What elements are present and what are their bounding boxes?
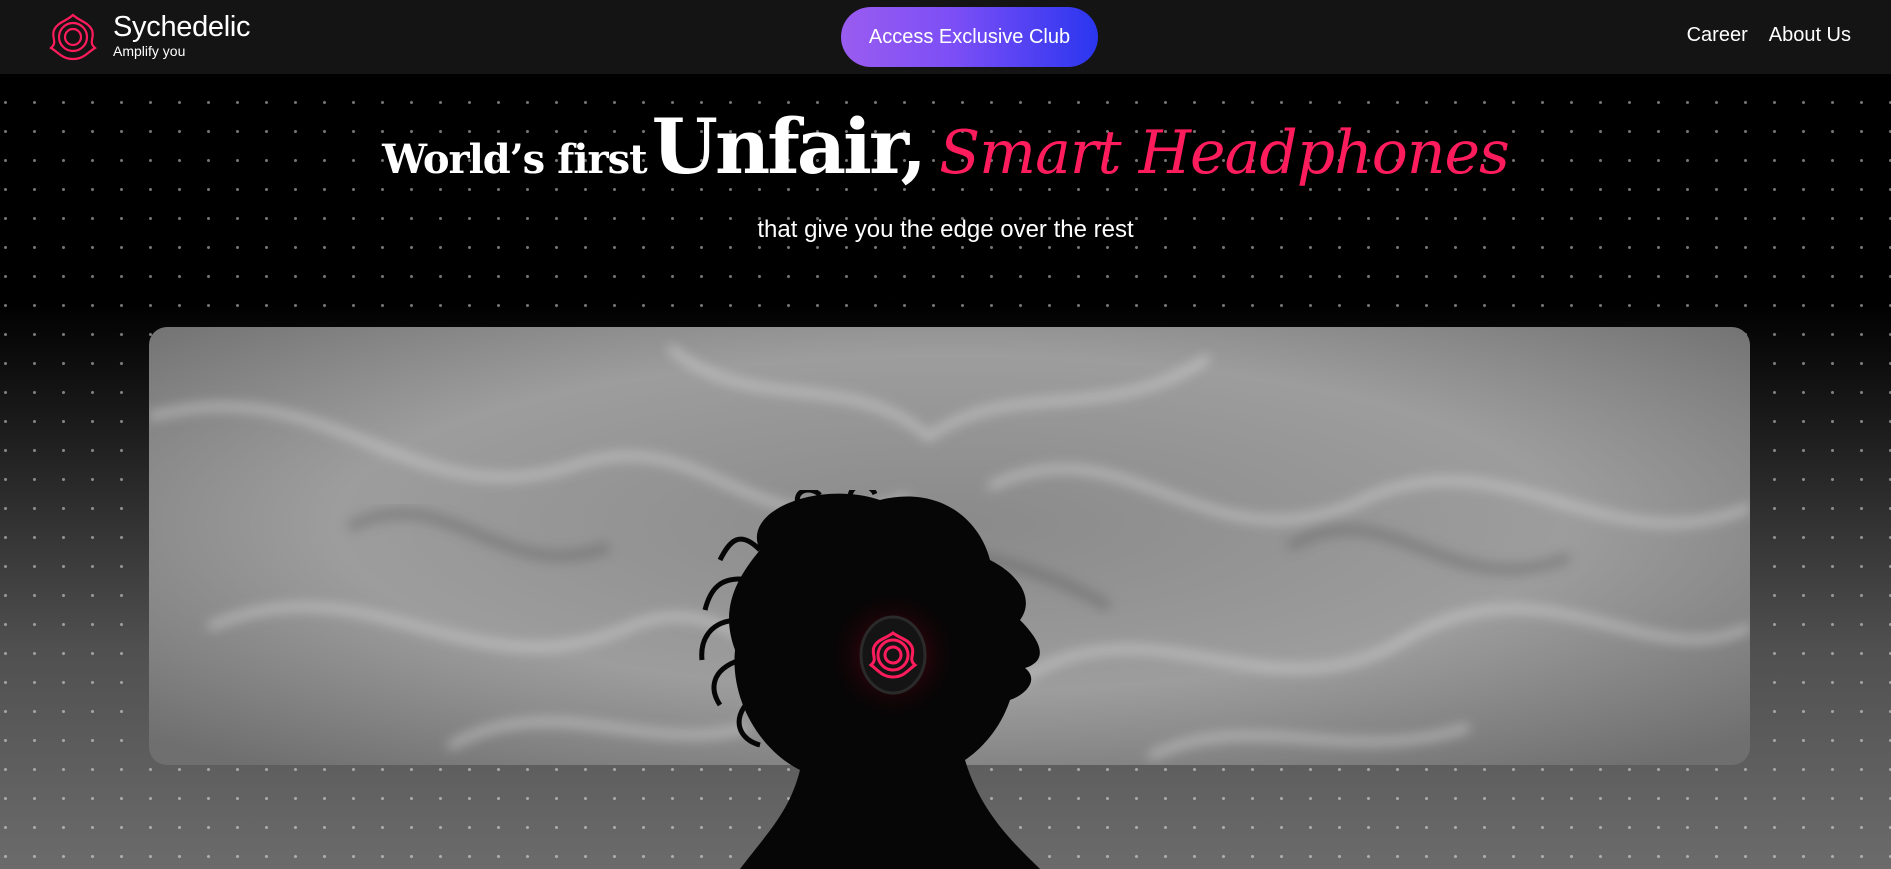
brand-logo-icon[interactable]: [48, 12, 98, 62]
access-exclusive-club-button[interactable]: Access Exclusive Club: [841, 7, 1098, 67]
top-navbar: Sychedelic Amplify you Access Exclusive …: [0, 0, 1891, 74]
headline-prefix: World’s first: [382, 136, 647, 183]
headphone-silhouette-image: [699, 490, 1040, 869]
nav-link-about-us[interactable]: About Us: [1769, 24, 1851, 47]
brand-block: Sychedelic Amplify you: [113, 12, 251, 60]
headline-emphasis: Unfair,: [651, 102, 927, 191]
main-nav: Career About Us: [1687, 24, 1851, 47]
hero-subtitle: that give you the edge over the rest: [757, 216, 1134, 243]
hero-headline: World’s first Unfair, Smart Headphones: [0, 102, 1891, 191]
nav-link-career[interactable]: Career: [1687, 24, 1748, 47]
brand-tagline: Amplify you: [113, 43, 186, 59]
brand-name[interactable]: Sychedelic: [113, 12, 251, 43]
headline-script: Smart Headphones: [939, 118, 1510, 188]
